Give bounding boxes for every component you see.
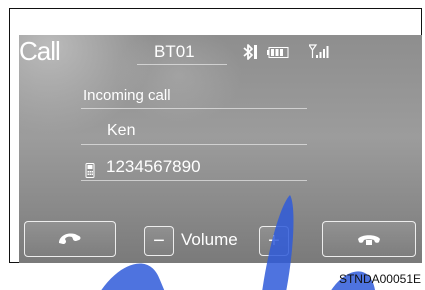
device-name-underline bbox=[137, 64, 227, 65]
page: Call BT01 Incoming call Ken 1234567890 −… bbox=[0, 0, 425, 290]
signal-strength-icon bbox=[309, 44, 329, 58]
caller-number: 1234567890 bbox=[106, 157, 201, 176]
decline-call-button[interactable] bbox=[322, 221, 416, 257]
figure-code: STNDA00051E bbox=[338, 272, 421, 286]
row-divider bbox=[81, 180, 307, 181]
screen-title: Call bbox=[19, 36, 61, 66]
answer-call-button[interactable] bbox=[24, 221, 116, 257]
row-divider bbox=[81, 144, 307, 145]
row-divider bbox=[81, 108, 307, 109]
call-status-label: Incoming call bbox=[83, 87, 171, 104]
mobile-phone-icon bbox=[85, 163, 95, 178]
phone-hangup-icon bbox=[358, 235, 380, 245]
battery-icon bbox=[267, 47, 289, 58]
device-name: BT01 bbox=[154, 42, 195, 61]
volume-down-button[interactable]: − bbox=[144, 226, 174, 256]
volume-down-label: − bbox=[153, 229, 165, 252]
caller-name: Ken bbox=[107, 122, 136, 139]
bluetooth-icon bbox=[243, 44, 257, 60]
volume-label: Volume bbox=[181, 230, 238, 249]
volume-up-button[interactable]: + bbox=[259, 226, 289, 256]
phone-answer-icon bbox=[59, 233, 81, 244]
call-screen: Call BT01 Incoming call Ken 1234567890 −… bbox=[19, 35, 422, 263]
volume-up-label: + bbox=[268, 229, 280, 252]
